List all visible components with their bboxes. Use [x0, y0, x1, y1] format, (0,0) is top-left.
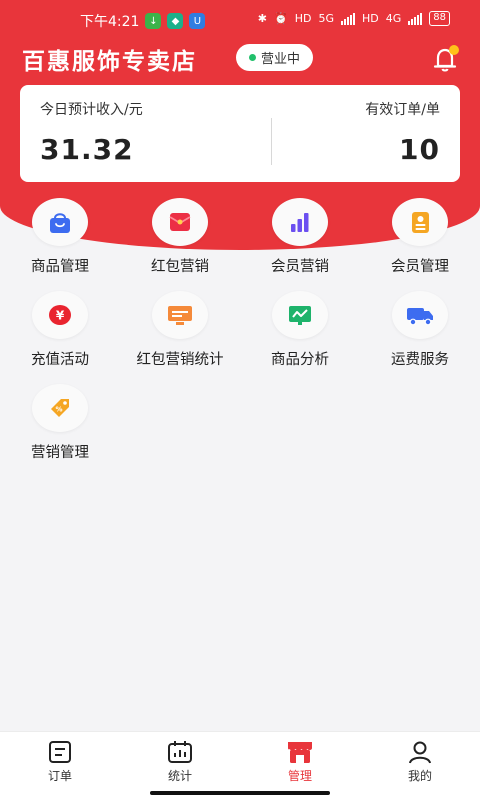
menu-item-product-management[interactable]: 商品管理	[0, 198, 120, 278]
feature-menu-grid: 商品管理 红包营销 会员营销 会员管理 ¥ 充值活动 红包营销统计 商品分析 运…	[0, 198, 480, 464]
bar-chart-icon	[291, 213, 309, 232]
network-5g-label: 5G	[318, 12, 334, 25]
shop-icon	[288, 742, 312, 763]
menu-item-member-marketing[interactable]: 会员营销	[240, 198, 360, 278]
income-stat: 今日预计收入/元 31.32	[40, 99, 143, 166]
nav-label: 我的	[407, 769, 432, 783]
stats-divider	[271, 118, 272, 165]
member-card-icon	[412, 212, 429, 233]
orders-value: 10	[399, 133, 440, 166]
menu-item-label: 会员营销	[271, 259, 329, 275]
discount-tag-icon: %	[51, 399, 69, 417]
svg-text:%: %	[55, 406, 62, 414]
menu-item-label: 商品分析	[271, 352, 329, 368]
battery-indicator: 88	[429, 11, 450, 26]
menu-item-label: 充值活动	[31, 352, 89, 368]
shield-notification-icon: ◆	[167, 13, 184, 29]
today-stats-card: 今日预计收入/元 31.32 有效订单/单 10	[20, 85, 460, 182]
menu-item-product-analysis[interactable]: 商品分析	[240, 291, 360, 371]
menu-item-red-packet-marketing[interactable]: 红包营销	[120, 198, 240, 278]
business-status-toggle[interactable]: 营业中	[236, 44, 313, 71]
home-indicator	[150, 791, 330, 795]
orders-stat: 有效订单/单 10	[365, 99, 440, 166]
profile-icon	[409, 741, 431, 764]
orders-label: 有效订单/单	[365, 102, 440, 118]
status-time: 下午4:21	[80, 14, 140, 30]
nav-label: 管理	[287, 769, 312, 783]
hd-badge-1: HD	[294, 12, 312, 25]
trend-board-icon	[289, 306, 311, 325]
menu-item-recharge-activity[interactable]: ¥ 充值活动	[0, 291, 120, 371]
nav-tab-statistics[interactable]: 统计	[120, 732, 240, 800]
menu-item-shipping-service[interactable]: 运费服务	[360, 291, 480, 371]
notification-bell-button[interactable]	[430, 44, 462, 74]
open-status-dot	[248, 54, 256, 61]
bell-icon	[433, 45, 459, 72]
shopping-bag-icon	[50, 213, 70, 233]
menu-item-marketing-management[interactable]: % 营销管理	[0, 384, 120, 464]
menu-item-member-management[interactable]: 会员管理	[360, 198, 480, 278]
svg-text:¥: ¥	[56, 309, 65, 323]
bottom-navigation: 订单 统计 管理 我的	[0, 731, 480, 800]
menu-item-label: 会员管理	[391, 259, 449, 275]
business-status-label: 营业中	[260, 52, 300, 67]
bluetooth-icon: ✱	[257, 12, 267, 25]
menu-item-label: 营销管理	[31, 445, 89, 461]
store-name-title: 百惠服饰专卖店	[22, 49, 197, 75]
menu-item-label: 商品管理	[31, 259, 89, 275]
hd-badge-2: HD	[361, 12, 379, 25]
signal-icon-2	[408, 12, 423, 25]
menu-item-label: 红包营销统计	[136, 352, 224, 368]
statistics-icon	[168, 741, 192, 763]
truck-icon	[407, 308, 433, 326]
system-status-bar: 下午4:21 ↓ ◆ U ✱ ⏰ HD 5G HD 4G 88	[0, 0, 480, 38]
income-value: 31.32	[40, 133, 134, 166]
app-notification-icon: U	[189, 13, 206, 29]
nav-label: 订单	[47, 769, 72, 783]
income-label: 今日预计收入/元	[40, 102, 143, 118]
nav-label: 统计	[167, 769, 192, 783]
menu-item-red-packet-stats[interactable]: 红包营销统计	[120, 291, 240, 371]
nav-tab-orders[interactable]: 订单	[0, 732, 120, 800]
nav-tab-management[interactable]: 管理	[240, 732, 360, 800]
network-4g-label: 4G	[385, 12, 402, 25]
order-list-icon	[49, 741, 71, 763]
red-envelope-icon	[169, 213, 191, 231]
download-notification-icon: ↓	[145, 13, 162, 29]
monitor-stats-icon	[168, 306, 192, 325]
signal-icon-1	[340, 12, 355, 25]
yuan-coin-icon: ¥	[49, 305, 71, 325]
alarm-icon: ⏰	[274, 12, 288, 25]
menu-item-label: 红包营销	[151, 259, 209, 275]
nav-tab-profile[interactable]: 我的	[360, 732, 480, 800]
menu-item-label: 运费服务	[391, 352, 449, 368]
